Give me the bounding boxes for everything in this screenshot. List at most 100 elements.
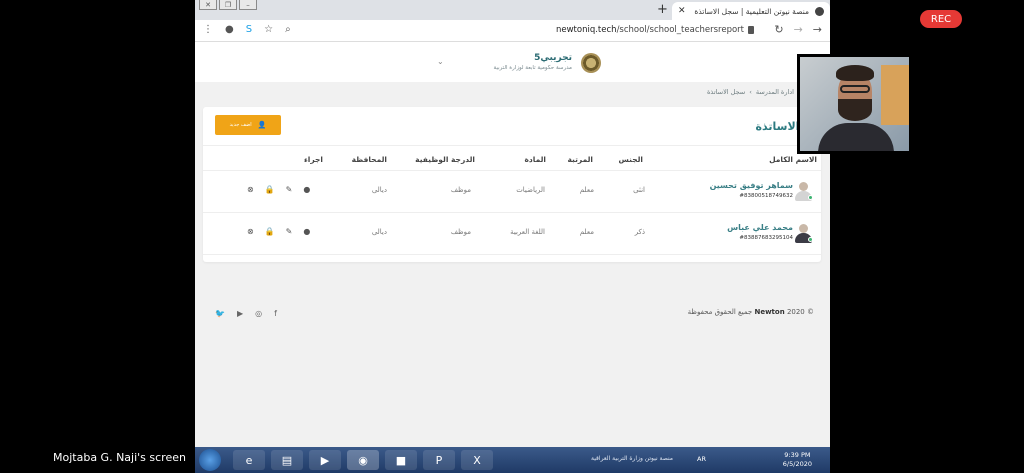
- lock-icon: [748, 26, 754, 34]
- online-status-icon: [808, 237, 813, 242]
- row-actions: ⊗ 🔒 ✎ ●: [247, 185, 310, 194]
- teacher-id: #838876832951​04: [739, 235, 793, 241]
- copyright-year: 2020: [786, 308, 805, 316]
- message-icon[interactable]: ●: [303, 227, 310, 236]
- teacher-name[interactable]: محمد علي عباس: [727, 223, 793, 232]
- minimize-window-icon[interactable]: –: [239, 0, 257, 10]
- header-province[interactable]: المحافظة: [352, 155, 387, 164]
- teachers-card: جل الاساتذة اضف جديد 👤 الاسم الكامل الجن…: [203, 107, 821, 262]
- social-links: 🐦 ▶ ◎ f: [215, 309, 277, 318]
- table-row[interactable]: سماهر توفيق تحسين #8380051874963​2 انثى …: [203, 171, 821, 213]
- url-host: newtoniq.tech: [555, 25, 617, 35]
- twitter-icon[interactable]: 🐦: [215, 309, 225, 318]
- meeting-stage: ✕ ❐ – + ✕ منصة نيوتن التعليمية | سجل الا…: [0, 0, 1024, 473]
- reload-icon[interactable]: ↻: [774, 23, 783, 36]
- profile-icon[interactable]: ●: [225, 24, 234, 35]
- school-brand[interactable]: تجريبي5 مدرسة حكومية تابعة لوزارة التربي…: [494, 53, 573, 71]
- recording-badge: REC: [920, 10, 962, 28]
- window-controls: ✕ ❐ –: [199, 0, 257, 10]
- lock-icon[interactable]: 🔒: [265, 227, 275, 236]
- media-player-icon[interactable]: ▶: [309, 450, 341, 470]
- skype-icon[interactable]: S: [246, 24, 252, 35]
- add-button-label: اضف جديد: [229, 122, 252, 128]
- search-icon[interactable]: ⌕: [285, 24, 291, 35]
- zoom-icon[interactable]: ■: [385, 450, 417, 470]
- url-field[interactable]: newtoniq.tech/school/school_teachersrepo…: [556, 25, 744, 35]
- address-bar-extensions: ⋮ ● S ☆ ⌕: [203, 24, 291, 35]
- teacher-name[interactable]: سماهر توفيق تحسين: [710, 181, 793, 190]
- gender-cell: انثى: [633, 186, 645, 194]
- dribbble-icon[interactable]: ◎: [255, 309, 262, 318]
- lock-icon[interactable]: 🔒: [265, 185, 275, 194]
- restore-window-icon[interactable]: ❐: [219, 0, 237, 10]
- chevron-down-icon[interactable]: ⌄: [437, 57, 444, 66]
- chrome-icon[interactable]: ◉: [347, 450, 379, 470]
- footer-rights: جميع الحقوق محفوظة: [687, 308, 753, 316]
- school-name: تجريبي5: [534, 53, 572, 63]
- breadcrumb-current: سجل الاساتذة: [707, 88, 746, 96]
- breadcrumb-parent[interactable]: ادارة المدرسة: [756, 88, 794, 96]
- breadcrumb-separator: ›: [749, 88, 752, 96]
- edit-icon[interactable]: ✎: [286, 227, 293, 236]
- webcam-video: [797, 54, 912, 154]
- start-button[interactable]: [199, 449, 221, 471]
- copyright-symbol: ©: [804, 308, 814, 316]
- rank-cell: معلم: [579, 228, 594, 236]
- tab-close-icon[interactable]: ✕: [678, 6, 686, 16]
- edit-icon[interactable]: ✎: [286, 185, 293, 194]
- header-rank[interactable]: المرتبة: [567, 155, 593, 164]
- forward-icon[interactable]: →: [794, 23, 803, 36]
- avatar: [793, 222, 813, 244]
- delete-icon[interactable]: ⊗: [247, 227, 254, 236]
- language-indicator[interactable]: AR: [697, 455, 706, 463]
- navigation-controls: ↻ → →: [774, 23, 822, 36]
- tab-title: منصة نيوتن التعليمية | سجل الاساتذة: [694, 6, 809, 16]
- school-subtitle: مدرسة حكومية تابعة لوزارة التربية: [493, 65, 573, 71]
- bookmark-star-icon[interactable]: ☆: [264, 24, 273, 35]
- header-grade[interactable]: الدرجة الوظيفية: [415, 155, 475, 164]
- windows-taskbar: e ▤ ▶ ◉ ■ P X منصة نيوتن وزارة التربية ا…: [195, 447, 830, 473]
- footer-brand[interactable]: Newton: [754, 308, 784, 316]
- ie-icon[interactable]: e: [233, 450, 265, 470]
- folder-icon[interactable]: ▤: [271, 450, 303, 470]
- teacher-name-cell[interactable]: محمد علي عباس #838876832951​04: [727, 223, 793, 241]
- table-row[interactable]: محمد علي عباس #838876832951​04 ذكر معلم …: [203, 213, 821, 255]
- teacher-id: #8380051874963​2: [739, 193, 793, 199]
- teachers-table: الاسم الكامل الجنس المرتبة المادة الدرجة…: [203, 145, 821, 255]
- header-subject[interactable]: المادة: [524, 155, 546, 164]
- url-path: /school/school_teachersreport: [616, 25, 744, 35]
- teacher-name-cell[interactable]: سماهر توفيق تحسين #8380051874963​2: [710, 181, 793, 199]
- copyright: © 2020 Newton جميع الحقوق محفوظة: [688, 308, 814, 316]
- excel-icon[interactable]: X: [461, 450, 493, 470]
- back-icon[interactable]: →: [813, 23, 822, 36]
- add-teacher-button[interactable]: اضف جديد 👤: [215, 115, 281, 135]
- message-icon[interactable]: ●: [303, 185, 310, 194]
- system-clock[interactable]: 9:39 PM 6/5/2020: [783, 451, 812, 469]
- province-cell: ديالى: [371, 228, 387, 236]
- facebook-icon[interactable]: f: [274, 309, 277, 318]
- table-header: الاسم الكامل الجنس المرتبة المادة الدرجة…: [203, 145, 821, 171]
- gender-cell: ذكر: [634, 228, 645, 236]
- header-gender[interactable]: الجنس: [619, 155, 643, 164]
- add-user-icon: 👤: [257, 121, 267, 129]
- delete-icon[interactable]: ⊗: [247, 185, 254, 194]
- shared-screen: ✕ ❐ – + ✕ منصة نيوتن التعليمية | سجل الا…: [195, 0, 830, 473]
- powerpoint-icon[interactable]: P: [423, 450, 455, 470]
- breadcrumb: ادارة المدرسة › سجل الاساتذة: [707, 88, 794, 96]
- close-window-icon[interactable]: ✕: [199, 0, 217, 10]
- clock-date: 6/5/2020: [782, 460, 812, 468]
- rank-cell: معلم: [579, 186, 594, 194]
- new-tab-icon[interactable]: +: [657, 2, 668, 17]
- browser-tab[interactable]: ✕ منصة نيوتن التعليمية | سجل الاساتذة: [672, 2, 830, 20]
- taskbar-active-window[interactable]: منصة نيوتن وزارة التربية العراقية: [591, 455, 673, 462]
- menu-kebab-icon[interactable]: ⋮: [203, 24, 213, 35]
- header-name[interactable]: الاسم الكامل: [769, 155, 817, 164]
- school-logo: [581, 53, 601, 73]
- youtube-icon[interactable]: ▶: [237, 309, 243, 318]
- province-cell: ديالى: [371, 186, 387, 194]
- subject-cell: اللغة العربية: [510, 228, 545, 236]
- address-bar: ⋮ ● S ☆ ⌕ newtoniq.tech/school/school_te…: [195, 20, 830, 42]
- site-header: ⌄ تجريبي5 مدرسة حكومية تابعة لوزارة التر…: [195, 42, 830, 82]
- grade-cell: موظف: [450, 186, 471, 194]
- globe-icon: [815, 6, 824, 16]
